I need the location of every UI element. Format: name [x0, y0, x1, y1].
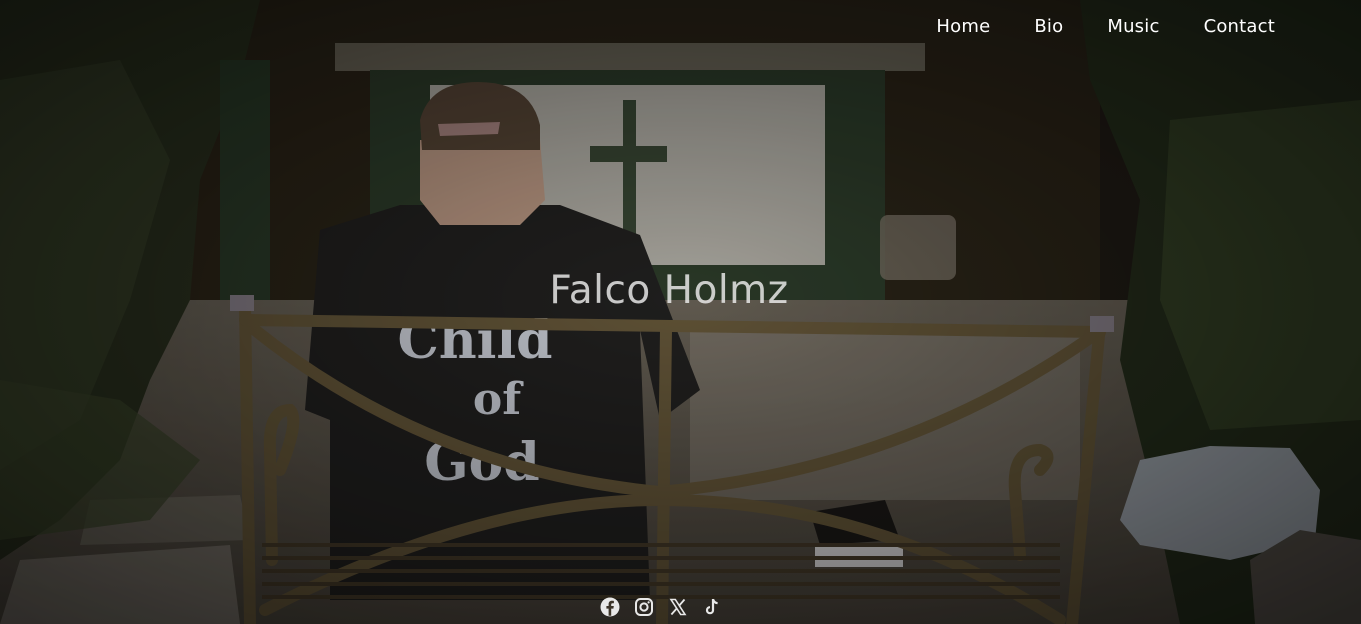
- nav-link-music[interactable]: Music: [1107, 16, 1159, 37]
- nav-link-contact[interactable]: Contact: [1204, 16, 1275, 37]
- nav-item-home: Home: [936, 16, 990, 37]
- facebook-icon: [600, 597, 620, 617]
- artist-name-title: Falco Holmz: [549, 268, 789, 313]
- nav-item-bio: Bio: [1034, 16, 1063, 37]
- tiktok-link[interactable]: [702, 597, 722, 617]
- nav-link-bio[interactable]: Bio: [1034, 16, 1063, 37]
- instagram-link[interactable]: [634, 597, 654, 617]
- instagram-icon: [635, 598, 653, 616]
- social-links: [600, 597, 722, 617]
- nav-item-music: Music: [1107, 16, 1159, 37]
- x-link[interactable]: [668, 597, 688, 617]
- tiktok-icon: [705, 598, 718, 615]
- x-icon: [669, 598, 687, 616]
- hero-section: Child of God Home: [0, 0, 1361, 624]
- main-navigation: Home Bio Music Contact: [936, 16, 1275, 37]
- nav-link-home[interactable]: Home: [936, 16, 990, 37]
- facebook-link[interactable]: [600, 597, 620, 617]
- nav-item-contact: Contact: [1204, 16, 1275, 37]
